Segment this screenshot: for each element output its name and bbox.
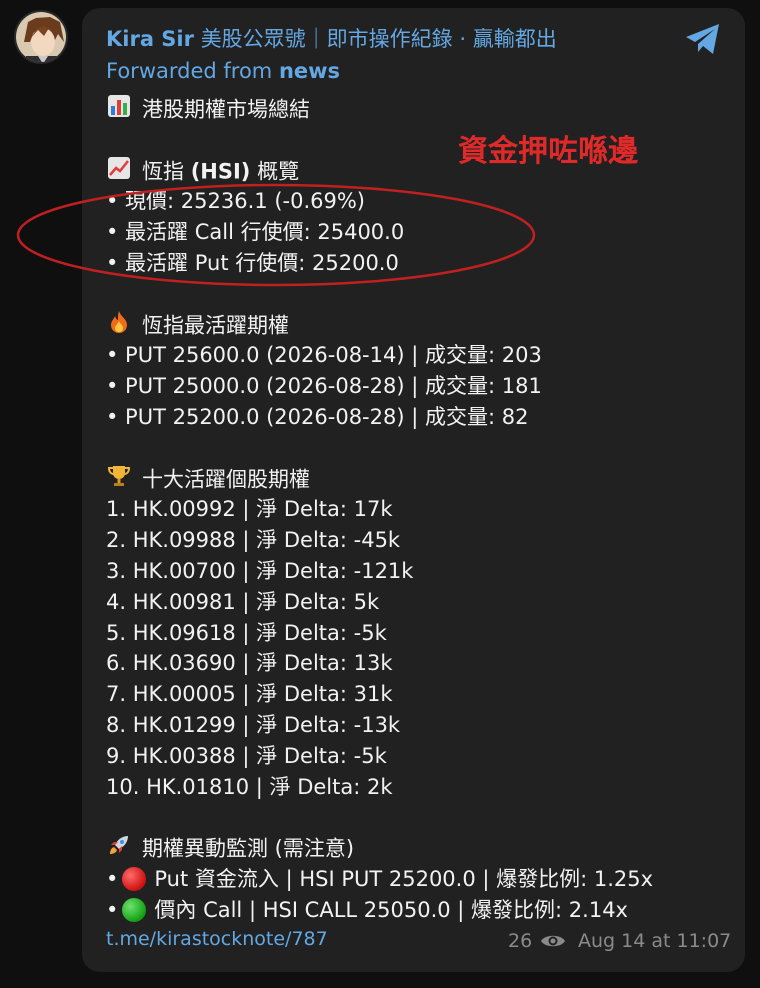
message-body: 港股期權市場總結 恆指 (HSI) 概覽 • 現價: 25236.1 (-0.6… (106, 94, 726, 926)
unusual-header: 期權異動監測 (需注意) (106, 833, 726, 864)
forwarded-from: Forwarded from news (106, 56, 340, 86)
eye-icon (541, 935, 565, 947)
top10-header-text: 十大活躍個股期權 (142, 466, 310, 491)
sender-description[interactable]: 美股公眾號｜即市操作紀錄 · 贏輸都出 (201, 27, 557, 51)
green-circle-icon (122, 897, 147, 922)
sender-name[interactable]: Kira Sir (106, 27, 194, 51)
top10-item: 10. HK.01810 | 淨 Delta: 2k (106, 774, 393, 799)
top10-item: 9. HK.00388 | 淨 Delta: -5k (106, 743, 387, 768)
fire-icon (106, 310, 132, 343)
forwarded-source-link[interactable]: news (279, 59, 340, 83)
unusual-item-call-text: 價內 Call | HSI CALL 25050.0 | 爆發比例: 2.14x (154, 897, 628, 922)
summary-title: 港股期權市場總結 (106, 94, 726, 125)
avatar[interactable] (14, 10, 68, 64)
top10-item: 8. HK.01299 | 淨 Delta: -13k (106, 712, 401, 737)
top10-item: 4. HK.00981 | 淨 Delta: 5k (106, 589, 380, 614)
top10-item: 3. HK.00700 | 淨 Delta: -121k (106, 558, 414, 583)
trophy-icon (106, 464, 132, 497)
summary-title-text: 港股期權市場總結 (142, 97, 310, 122)
bullet: • (106, 897, 119, 922)
hsi-line-put: • 最活躍 Put 行使價: 25200.0 (106, 250, 399, 275)
top10-item: 6. HK.03690 | 淨 Delta: 13k (106, 651, 393, 676)
unusual-header-text: 期權異動監測 (需注意) (142, 836, 355, 861)
top10-item: 7. HK.00005 | 淨 Delta: 31k (106, 682, 393, 707)
top10-item: 5. HK.09618 | 淨 Delta: -5k (106, 620, 387, 645)
hot-option-item: • PUT 25000.0 (2026-08-28) | 成交量: 181 (106, 374, 542, 399)
top10-item: 2. HK.09988 | 淨 Delta: -45k (106, 528, 401, 553)
bar-chart-icon (106, 94, 132, 127)
unusual-item-call: • 價內 Call | HSI CALL 25050.0 | 爆發比例: 2.14… (106, 895, 726, 926)
hot-option-item: • PUT 25200.0 (2026-08-28) | 成交量: 82 (106, 404, 529, 429)
view-count: 26 (508, 930, 533, 952)
hot-option-item: • PUT 25600.0 (2026-08-14) | 成交量: 203 (106, 343, 542, 368)
rocket-icon (106, 833, 132, 866)
telegram-share-icon[interactable] (684, 22, 722, 56)
annotation-text: 資金押咗喺邊 (458, 134, 638, 169)
top10-header: 十大活躍個股期權 (106, 464, 726, 495)
hsi-line-price: • 現價: 25236.1 (-0.69%) (106, 189, 366, 214)
top10-item: 1. HK.00992 | 淨 Delta: 17k (106, 497, 393, 522)
forwarded-prefix: Forwarded from (106, 59, 273, 83)
post-link[interactable]: t.me/kirastocknote/787 (106, 928, 328, 950)
red-circle-icon (122, 866, 147, 891)
telegram-channel-view: Kira Sir 美股公眾號｜即市操作紀錄 · 贏輸都出 Forwarded f… (0, 0, 760, 988)
avatar-image (16, 12, 66, 62)
hsi-header-bold: (HSI) (190, 159, 251, 183)
bullet: • (106, 866, 119, 891)
post-timestamp: Aug 14 at 11:07 (578, 930, 732, 952)
chart-increasing-icon (106, 156, 132, 189)
hot-options-header-text: 恆指最活躍期權 (142, 312, 289, 337)
hsi-header-post: 概覽 (257, 159, 300, 183)
hot-options-header: 恆指最活躍期權 (106, 310, 726, 341)
message-header: Kira Sir 美股公眾號｜即市操作紀錄 · 贏輸都出 (106, 24, 557, 54)
unusual-item-put: • Put 資金流入 | HSI PUT 25200.0 | 爆發比例: 1.25… (106, 864, 726, 895)
hsi-line-call: • 最活躍 Call 行使價: 25400.0 (106, 220, 405, 245)
unusual-item-put-text: Put 資金流入 | HSI PUT 25200.0 | 爆發比例: 1.25x (154, 866, 654, 891)
hsi-header-pre: 恆指 (142, 159, 184, 183)
